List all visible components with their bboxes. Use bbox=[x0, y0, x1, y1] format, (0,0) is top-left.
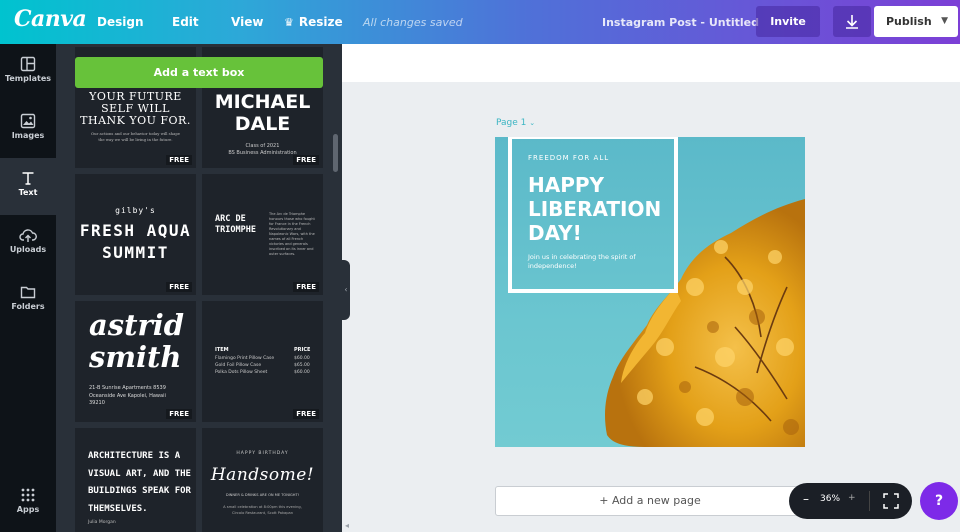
panel-scrollbar[interactable] bbox=[333, 134, 338, 172]
free-badge: FREE bbox=[166, 282, 192, 292]
nav-templates[interactable]: Templates bbox=[0, 44, 56, 101]
nav-label: Text bbox=[18, 188, 38, 197]
nav-uploads[interactable]: Uploads bbox=[0, 215, 56, 272]
template-heading: FRESH AQUA SUMMIT bbox=[79, 221, 192, 262]
zoom-level: 36% bbox=[820, 494, 841, 504]
add-page-button[interactable]: + Add a new page bbox=[495, 486, 805, 516]
nav-label: Templates bbox=[4, 74, 52, 83]
design-kicker[interactable]: FREEDOM FOR ALL bbox=[528, 154, 609, 162]
design-headline[interactable]: HAPPY LIBERATION DAY! bbox=[528, 173, 661, 245]
design-subtext[interactable]: Join us in celebrating the spirit of ind… bbox=[528, 253, 658, 271]
zoom-in-button[interactable]: + bbox=[848, 493, 856, 503]
nav-images[interactable]: Images bbox=[0, 101, 56, 158]
menu-design[interactable]: Design bbox=[97, 15, 144, 29]
template-body: 21-B Sunrise Apartments 8539 Oceanside A… bbox=[89, 385, 166, 406]
template-small: HAPPY BIRTHDAY bbox=[236, 451, 289, 456]
text-template-birthday[interactable]: HAPPY BIRTHDAY Handsome! DINNER & DRINKS… bbox=[202, 428, 323, 532]
menu-col-price: PRICE bbox=[294, 347, 311, 353]
text-template-menu[interactable]: ITEM PRICE Flamingo Print Pillow Case $6… bbox=[202, 301, 323, 422]
menu-row-price: $65.00 bbox=[294, 363, 310, 368]
free-badge: FREE bbox=[293, 155, 319, 165]
nav-label: Images bbox=[11, 131, 45, 140]
add-text-box-button[interactable]: Add a text box bbox=[75, 57, 323, 88]
templates-icon bbox=[20, 56, 36, 72]
nav-apps[interactable]: Apps bbox=[0, 475, 56, 532]
nav-label: Uploads bbox=[9, 245, 47, 254]
resize-label: Resize bbox=[298, 15, 343, 29]
document-title[interactable]: Instagram Post - Untitled bbox=[602, 16, 759, 29]
apps-grid-icon bbox=[21, 488, 35, 502]
help-button[interactable]: ? bbox=[920, 482, 958, 520]
text-template-astrid[interactable]: astrid smith 21-B Sunrise Apartments 853… bbox=[75, 301, 196, 422]
crown-icon: ♛ bbox=[284, 16, 294, 29]
template-author: Julia Morgan bbox=[88, 520, 116, 525]
menu-row-item: Gold Foil Pillow Case bbox=[215, 363, 262, 368]
canvas-toolbar bbox=[342, 44, 960, 82]
canvas-scroll-left[interactable]: ◂ bbox=[345, 521, 349, 530]
template-line: Class of 2021 bbox=[245, 143, 280, 149]
free-badge: FREE bbox=[166, 155, 192, 165]
menu-row-item: Polka Dots Pillow Sheet bbox=[215, 370, 268, 375]
chevron-down-icon: ▼ bbox=[941, 16, 948, 26]
zoom-divider bbox=[869, 491, 870, 511]
zoom-control: – 36% + bbox=[789, 483, 912, 519]
text-icon bbox=[22, 172, 34, 185]
design-canvas[interactable]: FREEDOM FOR ALL HAPPY LIBERATION DAY! Jo… bbox=[495, 137, 805, 447]
template-heading: astrid smith bbox=[89, 308, 185, 374]
nav-text[interactable]: Text bbox=[0, 158, 56, 215]
menu-row-item: Flamingo Print Pillow Case bbox=[215, 356, 275, 361]
menu-row-price: $60.00 bbox=[294, 370, 310, 375]
chevron-down-icon: ⌄ bbox=[529, 119, 536, 127]
template-heading: MICHAEL DALE bbox=[214, 91, 311, 135]
fullscreen-icon[interactable] bbox=[882, 492, 900, 510]
page-label[interactable]: Page 1 ⌄ bbox=[496, 118, 535, 128]
template-small: gilby's bbox=[115, 206, 156, 215]
save-status: All changes saved bbox=[363, 16, 463, 29]
template-heading: YOUR FUTURE SELF WILL THANK YOU FOR. bbox=[80, 90, 191, 127]
upload-cloud-icon bbox=[19, 229, 37, 242]
zoom-out-button[interactable]: – bbox=[803, 492, 809, 506]
text-template-gilby[interactable]: gilby's FRESH AQUA SUMMIT FREE bbox=[75, 174, 196, 295]
nav-label: Folders bbox=[11, 302, 45, 311]
menu-edit[interactable]: Edit bbox=[172, 15, 199, 29]
free-badge: FREE bbox=[293, 409, 319, 419]
menu-col-item: ITEM bbox=[215, 347, 229, 353]
free-badge: FREE bbox=[166, 409, 192, 419]
text-template-architecture[interactable]: ARCHITECTURE IS A VISUAL ART, AND THE BU… bbox=[75, 428, 196, 532]
page-label-text: Page 1 bbox=[496, 118, 527, 128]
nav-folders[interactable]: Folders bbox=[0, 272, 56, 329]
left-nav: Templates Images Text Uploads Folders Ap… bbox=[0, 44, 56, 532]
text-template-arc[interactable]: ARC DE TRIOMPHE The Arc de Triomphe hono… bbox=[202, 174, 323, 295]
template-line: A small celebration at 8:00pm this eveni… bbox=[223, 505, 302, 515]
template-body: Our actions and our behavior today will … bbox=[90, 131, 181, 142]
free-badge: FREE bbox=[293, 282, 319, 292]
template-heading: Handsome! bbox=[210, 465, 315, 485]
template-line: DINNER & DRINKS ARE ON ME TONIGHT! bbox=[225, 493, 300, 497]
image-icon bbox=[20, 113, 36, 129]
download-button[interactable] bbox=[833, 6, 871, 37]
text-panel: Add a text box YOUR FUTURE SELF WILL THA… bbox=[56, 44, 342, 532]
invite-button[interactable]: Invite bbox=[756, 6, 820, 37]
nav-label: Apps bbox=[16, 505, 40, 514]
folder-icon bbox=[20, 286, 36, 299]
collapse-panel-handle[interactable]: ‹ bbox=[342, 260, 350, 320]
menu-view[interactable]: View bbox=[231, 15, 263, 29]
template-heading: ARCHITECTURE IS A VISUAL ART, AND THE BU… bbox=[88, 451, 191, 514]
publish-label: Publish bbox=[886, 15, 932, 28]
resize-button[interactable]: ♛ Resize bbox=[284, 15, 343, 29]
canva-logo[interactable]: Canva bbox=[14, 6, 87, 32]
menu-row-price: $60.00 bbox=[294, 356, 310, 361]
download-icon bbox=[846, 15, 858, 29]
template-body: The Arc de Triomphe honours those who fo… bbox=[269, 212, 315, 256]
top-bar: Canva Design Edit View ♛ Resize All chang… bbox=[0, 0, 960, 44]
template-heading: ARC DE TRIOMPHE bbox=[215, 214, 256, 235]
publish-button[interactable]: Publish ▼ bbox=[874, 6, 958, 37]
